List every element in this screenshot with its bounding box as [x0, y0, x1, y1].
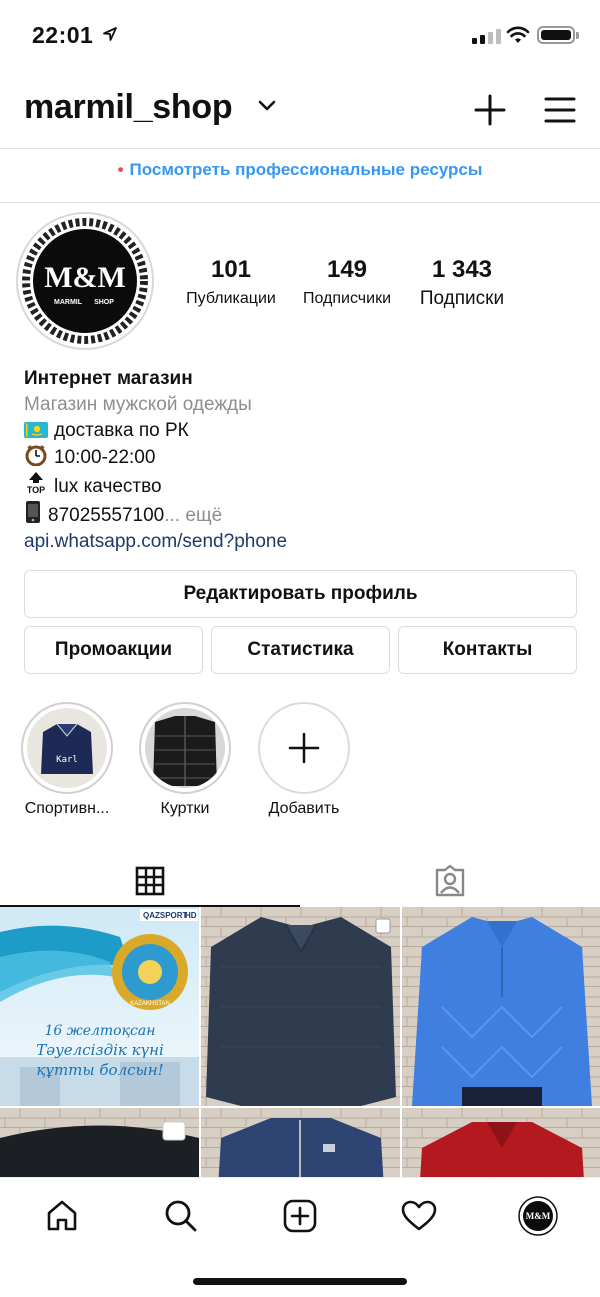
- plus-icon: [288, 732, 320, 764]
- post-thumbnail[interactable]: [0, 1108, 199, 1177]
- profile-avatar-icon: M&M: [518, 1196, 558, 1236]
- bio-phone-ellipsis: ...: [164, 505, 181, 526]
- post-thumbnail[interactable]: [201, 907, 400, 1106]
- notification-dot: •: [117, 160, 124, 179]
- svg-text:M&M: M&M: [526, 1211, 551, 1221]
- divider: [0, 148, 600, 149]
- stat-label: Публикации: [186, 290, 276, 307]
- profile-header: marmil_shop: [0, 78, 600, 142]
- highlight-ring: [258, 702, 350, 794]
- svg-text:TOP: TOP: [27, 485, 45, 495]
- bio-website-link[interactable]: api.whatsapp.com/send?phone: [24, 529, 584, 555]
- bio-line-quality: TOP lux качество: [24, 471, 584, 500]
- home-icon: [47, 1200, 77, 1231]
- clock-icon: [25, 445, 47, 466]
- svg-text:16 желтоқсан: 16 желтоқсан: [45, 1023, 156, 1039]
- new-post-plus-icon[interactable]: [470, 90, 510, 130]
- post-thumbnail[interactable]: [402, 907, 600, 1106]
- svg-text:KAZAKHSTAN: KAZAKHSTAN: [130, 1001, 170, 1007]
- highlight-cover-image: [145, 708, 225, 788]
- top-arrow-icon: TOP: [27, 472, 45, 495]
- bio-quality-text: lux качество: [54, 476, 162, 497]
- post-thumbnail[interactable]: [201, 1108, 400, 1177]
- status-bar: 22:01: [0, 0, 600, 70]
- svg-text:HD: HD: [185, 911, 197, 920]
- home-indicator: [193, 1278, 407, 1285]
- cellular-signal-icon: [472, 28, 501, 44]
- shop-logo: M&M MARMIL SHOP: [22, 218, 148, 344]
- nav-new-post[interactable]: [278, 1194, 322, 1238]
- account-switcher-username[interactable]: marmil_shop: [24, 88, 233, 127]
- heart-icon: [401, 1200, 437, 1231]
- promotions-button[interactable]: Промоакции: [24, 626, 203, 674]
- posts-grid: KAZAKHSTAN QAZSPORT HD 16 желтоқсан Тәуе…: [0, 907, 600, 1177]
- svg-text:Karl: Karl: [56, 755, 78, 765]
- bio: Интернет магазин Магазин мужской одежды …: [24, 366, 584, 555]
- bio-more-link[interactable]: ещё: [185, 505, 222, 526]
- nav-activity[interactable]: [397, 1194, 441, 1238]
- professional-resources-link[interactable]: • Посмотреть профессиональные ресурсы: [0, 160, 600, 180]
- bio-line-phone: 87025557100... ещё: [24, 500, 584, 529]
- post-thumbnail[interactable]: [402, 1108, 600, 1177]
- stat-label: Подписки: [419, 288, 505, 309]
- followers-count[interactable]: 149 Подписчики: [293, 256, 401, 308]
- highlight-ring: Karl: [21, 702, 113, 794]
- logo-sub-left: MARMIL: [54, 299, 83, 306]
- professional-resources-label: Посмотреть профессиональные ресурсы: [129, 160, 483, 179]
- stat-label: Подписчики: [302, 290, 391, 307]
- hamburger-menu-icon[interactable]: [540, 90, 580, 130]
- wifi-icon: [506, 26, 530, 43]
- bio-name: Интернет магазин: [24, 368, 193, 389]
- tab-tagged[interactable]: [300, 856, 600, 906]
- bio-hours-text: 10:00-22:00: [54, 447, 156, 468]
- svg-text:Тәуелсіздік күні: Тәуелсіздік күні: [36, 1041, 164, 1059]
- following-count[interactable]: 1 343 Подписки: [408, 256, 516, 310]
- bio-category: Магазин мужской одежды: [24, 394, 252, 415]
- logo-sub-right: SHOP: [94, 299, 114, 306]
- kazakhstan-flag-icon: [24, 422, 48, 438]
- stat-value: 149: [326, 256, 368, 283]
- bio-delivery-text: доставка по РК: [54, 420, 189, 441]
- highlight-ring: [139, 702, 231, 794]
- chevron-down-icon[interactable]: [258, 100, 276, 112]
- bio-phone-text: 87025557100: [48, 505, 165, 526]
- add-highlight-button[interactable]: Добавить: [258, 702, 350, 817]
- search-icon: [165, 1200, 197, 1232]
- nav-home[interactable]: [40, 1194, 84, 1238]
- status-time: 22:01: [32, 22, 94, 48]
- highlight-label: Добавить: [268, 800, 340, 817]
- mobile-phone-icon: [26, 501, 40, 523]
- bio-line-delivery: доставка по РК: [24, 418, 584, 444]
- post-thumbnail[interactable]: KAZAKHSTAN QAZSPORT HD 16 желтоқсан Тәуе…: [0, 907, 199, 1106]
- location-arrow-icon: [103, 27, 117, 41]
- nav-profile-avatar[interactable]: M&M: [516, 1194, 560, 1238]
- battery-icon: [537, 26, 579, 44]
- nav-search[interactable]: [159, 1194, 203, 1238]
- svg-text:QAZSPORT: QAZSPORT: [143, 911, 188, 920]
- posts-count[interactable]: 101 Публикации: [176, 256, 286, 308]
- contacts-button[interactable]: Контакты: [398, 626, 577, 674]
- add-post-icon: [283, 1199, 317, 1233]
- tab-grid[interactable]: [0, 856, 300, 906]
- statistics-button[interactable]: Статистика: [211, 626, 390, 674]
- avatar[interactable]: M&M MARMIL SHOP: [22, 218, 148, 344]
- logo-text: M&M: [44, 261, 126, 294]
- svg-text:құтты болсын!: құтты болсын!: [36, 1061, 163, 1079]
- tagged-person-icon: [435, 864, 465, 897]
- story-highlight-jackets[interactable]: Куртки: [139, 702, 231, 817]
- stat-value: 1 343: [431, 256, 493, 283]
- bio-line-hours: 10:00-22:00: [24, 444, 584, 471]
- edit-profile-button[interactable]: Редактировать профиль: [24, 570, 577, 618]
- stat-value: 101: [210, 256, 252, 283]
- highlight-cover-image: Karl: [27, 708, 107, 788]
- grid-icon: [135, 866, 165, 896]
- divider: [0, 202, 600, 203]
- story-highlight-sport[interactable]: Karl Спортивн...: [21, 702, 113, 817]
